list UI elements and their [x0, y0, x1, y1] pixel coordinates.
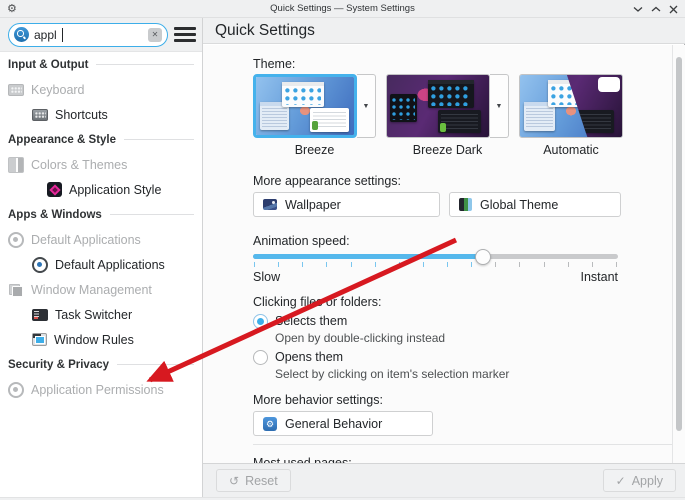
chevron-down-icon: ▼ [496, 103, 503, 110]
global-theme-button[interactable]: Global Theme [449, 192, 621, 217]
sidebar-item-application-style[interactable]: Application Style [0, 177, 202, 202]
sidebar-item-default-applications[interactable]: Default Applications [0, 252, 202, 277]
check-icon: ✓ [616, 474, 626, 488]
default-applications-icon [8, 232, 24, 248]
auto-theme-badge [598, 77, 620, 92]
apply-button[interactable]: ✓ Apply [603, 469, 676, 492]
keyboard-icon [32, 109, 48, 121]
clear-search-icon[interactable]: ✕ [148, 28, 162, 42]
sidebar-item-default-applications-parent[interactable]: Default Applications [0, 227, 202, 252]
animation-speed-slider[interactable] [253, 251, 618, 267]
theme-option-automatic[interactable]: Automatic [519, 74, 623, 157]
wallpaper-button[interactable]: Wallpaper [253, 192, 440, 217]
sidebar-item-keyboard[interactable]: Keyboard [0, 77, 202, 102]
main-content: Theme: ▼ Breeze [203, 45, 685, 463]
task-switcher-icon [32, 309, 48, 321]
window-rules-icon [32, 333, 47, 346]
search-icon [14, 27, 29, 42]
sidebar-item-window-rules[interactable]: Window Rules [0, 327, 202, 352]
slider-track[interactable] [253, 254, 618, 259]
theme-name: Breeze [253, 143, 376, 157]
colors-themes-icon [8, 157, 24, 173]
clicking-label: Clicking files or folders: [253, 295, 685, 309]
global-theme-icon [459, 198, 472, 211]
scrollbar-gutter [672, 45, 673, 463]
sidebar-item-shortcuts[interactable]: Shortcuts [0, 102, 202, 127]
chevron-down-icon: ▼ [363, 103, 370, 110]
undo-icon: ↺ [229, 474, 239, 488]
radio-button-unselected[interactable] [253, 350, 268, 365]
reset-button[interactable]: ↺ Reset [216, 469, 291, 492]
application-style-icon [47, 182, 62, 197]
theme-selector: ▼ Breeze ▼ Breeze Dark [253, 74, 685, 157]
appearance-settings-label: More appearance settings: [253, 174, 685, 188]
footer-bar: ↺ Reset ✓ Apply [203, 463, 685, 497]
radio-description: Select by clicking on item's selection m… [275, 367, 685, 381]
theme-preview-automatic[interactable] [519, 74, 623, 138]
app-gear-icon: ⚙ [7, 2, 17, 16]
theme-preview-breeze-dark[interactable] [386, 74, 490, 138]
animation-speed-label: Animation speed: [253, 234, 685, 248]
close-button[interactable] [668, 4, 679, 15]
theme-preview-breeze[interactable] [253, 74, 357, 138]
radio-button-selected[interactable] [253, 314, 268, 329]
text-cursor [62, 28, 63, 42]
theme-breeze-dropdown[interactable]: ▼ [357, 74, 376, 138]
hamburger-menu-icon[interactable] [174, 25, 196, 44]
sidebar-item-window-management[interactable]: Window Management [0, 277, 202, 302]
maximize-button[interactable] [650, 4, 661, 15]
section-divider [253, 444, 673, 445]
window-management-icon [8, 282, 24, 298]
theme-name: Automatic [519, 143, 623, 157]
window-title: Quick Settings — System Settings [0, 3, 685, 14]
theme-name: Breeze Dark [386, 143, 509, 157]
sidebar-item-colors-themes[interactable]: Colors & Themes [0, 152, 202, 177]
theme-label: Theme: [253, 57, 685, 71]
most-used-pages-label: Most used pages: [253, 456, 685, 463]
search-value: appl [34, 28, 57, 42]
category-apps-windows: Apps & Windows [0, 202, 202, 227]
search-input[interactable]: appl ✕ [8, 23, 168, 47]
sidebar-toolbar: appl ✕ [0, 18, 202, 52]
category-security-privacy: Security & Privacy [0, 352, 202, 377]
slider-ticks [254, 262, 617, 267]
general-behavior-button[interactable]: ⚙ General Behavior [253, 411, 433, 436]
slider-max-label: Instant [580, 270, 618, 284]
theme-option-breeze[interactable]: ▼ Breeze [253, 74, 376, 157]
page-title: Quick Settings [203, 18, 685, 44]
keyboard-icon [8, 84, 24, 96]
sidebar: Input & Output Keyboard Shortcuts Appear… [0, 52, 202, 497]
titlebar[interactable]: ⚙ Quick Settings — System Settings [0, 0, 685, 18]
radio-description: Open by double-clicking instead [275, 331, 685, 345]
application-permissions-icon [8, 382, 24, 398]
system-settings-window: ⚙ Quick Settings — System Settings appl … [0, 0, 685, 500]
behavior-settings-label: More behavior settings: [253, 393, 685, 407]
category-appearance-style: Appearance & Style [0, 127, 202, 152]
wallpaper-icon [263, 199, 277, 210]
sidebar-item-task-switcher[interactable]: Task Switcher [0, 302, 202, 327]
vertical-scrollbar[interactable] [676, 57, 682, 431]
theme-option-breeze-dark[interactable]: ▼ Breeze Dark [386, 74, 509, 157]
category-input-output: Input & Output [0, 52, 202, 77]
slider-min-label: Slow [253, 270, 280, 284]
default-applications-icon [32, 257, 48, 273]
radio-option-selects-them[interactable]: Selects them [253, 313, 685, 329]
radio-option-opens-them[interactable]: Opens them [253, 349, 685, 365]
theme-breeze-dark-dropdown[interactable]: ▼ [490, 74, 509, 138]
general-behavior-icon: ⚙ [263, 417, 277, 431]
minimize-button[interactable] [632, 4, 643, 15]
slider-handle[interactable] [475, 249, 491, 265]
sidebar-item-application-permissions[interactable]: Application Permissions [0, 377, 202, 402]
